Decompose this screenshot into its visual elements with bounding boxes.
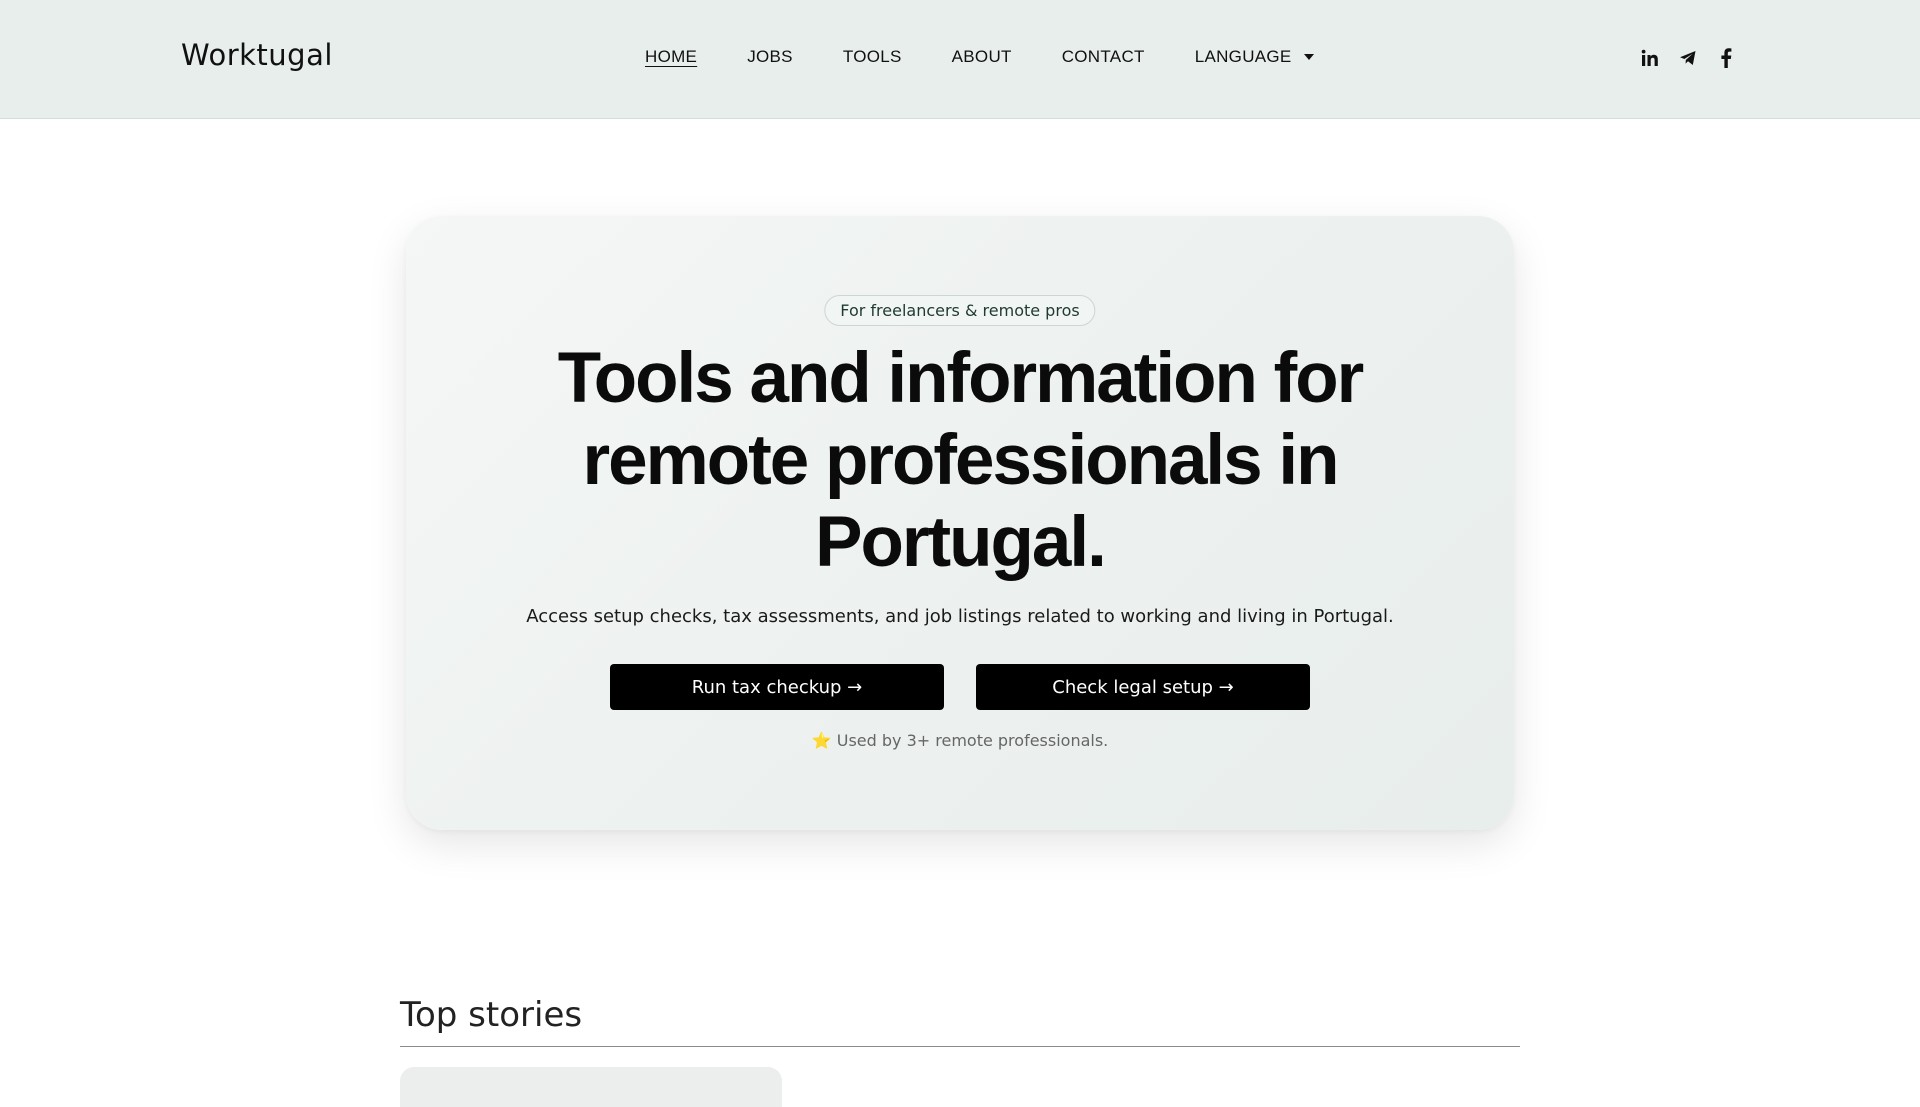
language-dropdown[interactable]: LANGUAGE bbox=[1195, 47, 1314, 67]
story-card[interactable] bbox=[400, 1067, 782, 1107]
telegram-icon[interactable] bbox=[1678, 47, 1698, 69]
main-nav: HOME JOBS TOOLS ABOUT CONTACT LANGUAGE bbox=[645, 47, 1364, 67]
hero-card: For freelancers & remote pros Tools and … bbox=[406, 216, 1514, 830]
nav-about[interactable]: ABOUT bbox=[952, 47, 1012, 67]
site-logo[interactable]: Worktugal bbox=[181, 38, 333, 72]
facebook-icon[interactable] bbox=[1716, 47, 1736, 69]
social-proof: ⭐ Used by 3+ remote professionals. bbox=[406, 731, 1514, 750]
hero-subtitle: Access setup checks, tax assessments, an… bbox=[526, 606, 1394, 627]
nav-tools[interactable]: TOOLS bbox=[843, 47, 902, 67]
top-stories-heading: Top stories bbox=[400, 995, 583, 1035]
linkedin-icon[interactable] bbox=[1640, 47, 1660, 69]
cta-row: Run tax checkup → Check legal setup → bbox=[610, 664, 1310, 710]
audience-badge: For freelancers & remote pros bbox=[824, 295, 1096, 326]
star-icon: ⭐ bbox=[811, 731, 832, 750]
nav-contact[interactable]: CONTACT bbox=[1062, 47, 1145, 67]
site-header: Worktugal HOME JOBS TOOLS ABOUT CONTACT … bbox=[0, 0, 1920, 119]
check-legal-setup-button[interactable]: Check legal setup → bbox=[976, 664, 1310, 710]
divider bbox=[400, 1046, 1520, 1047]
run-tax-checkup-button[interactable]: Run tax checkup → bbox=[610, 664, 944, 710]
hero-title: Tools and information for remote profess… bbox=[557, 339, 1365, 582]
nav-jobs[interactable]: JOBS bbox=[747, 47, 793, 67]
chevron-down-icon bbox=[1303, 54, 1314, 60]
social-proof-text: Used by 3+ remote professionals. bbox=[836, 731, 1109, 750]
social-links bbox=[1640, 47, 1736, 69]
language-label: LANGUAGE bbox=[1194, 47, 1292, 66]
nav-home[interactable]: HOME bbox=[645, 47, 697, 67]
